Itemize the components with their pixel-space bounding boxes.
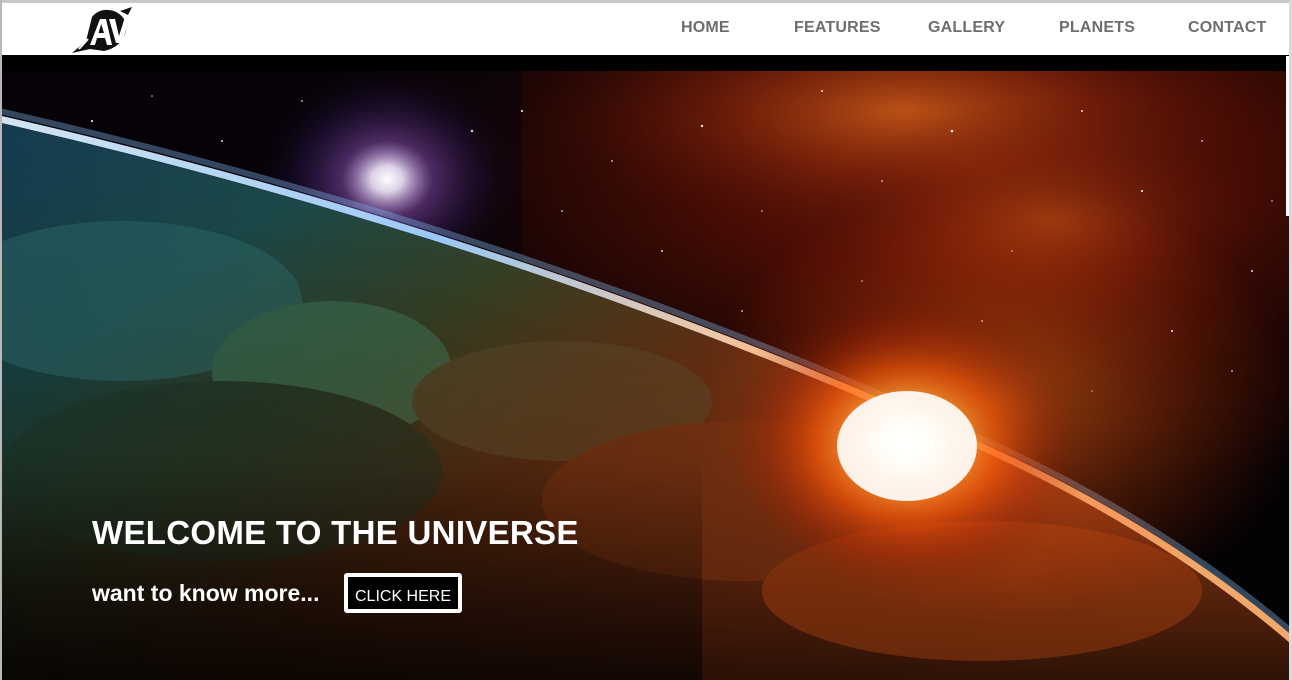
page-frame: HOME FEATURES GALLERY PLANETS CONTACT WE… [0, 0, 1292, 680]
nav-link-planets[interactable]: PLANETS [1059, 19, 1135, 37]
nav-link-home[interactable]: HOME [681, 19, 730, 37]
top-navbar: HOME FEATURES GALLERY PLANETS CONTACT [2, 3, 1289, 55]
hero-subtitle: want to know more... [92, 580, 320, 606]
hero-section: WELCOME TO THE UNIVERSE want to know mor… [2, 71, 1289, 680]
window-left-border [0, 0, 2, 680]
av-logo-graphic [72, 7, 132, 53]
av-logo-icon[interactable] [70, 5, 136, 55]
hero-top-band [2, 55, 1289, 71]
nav-link-gallery[interactable]: GALLERY [928, 19, 1005, 37]
click-here-button[interactable]: CLICK HERE [344, 573, 462, 613]
nav-link-features[interactable]: FEATURES [794, 19, 881, 37]
hero-title: WELCOME TO THE UNIVERSE [92, 514, 579, 551]
nav-link-contact[interactable]: CONTACT [1188, 19, 1266, 37]
